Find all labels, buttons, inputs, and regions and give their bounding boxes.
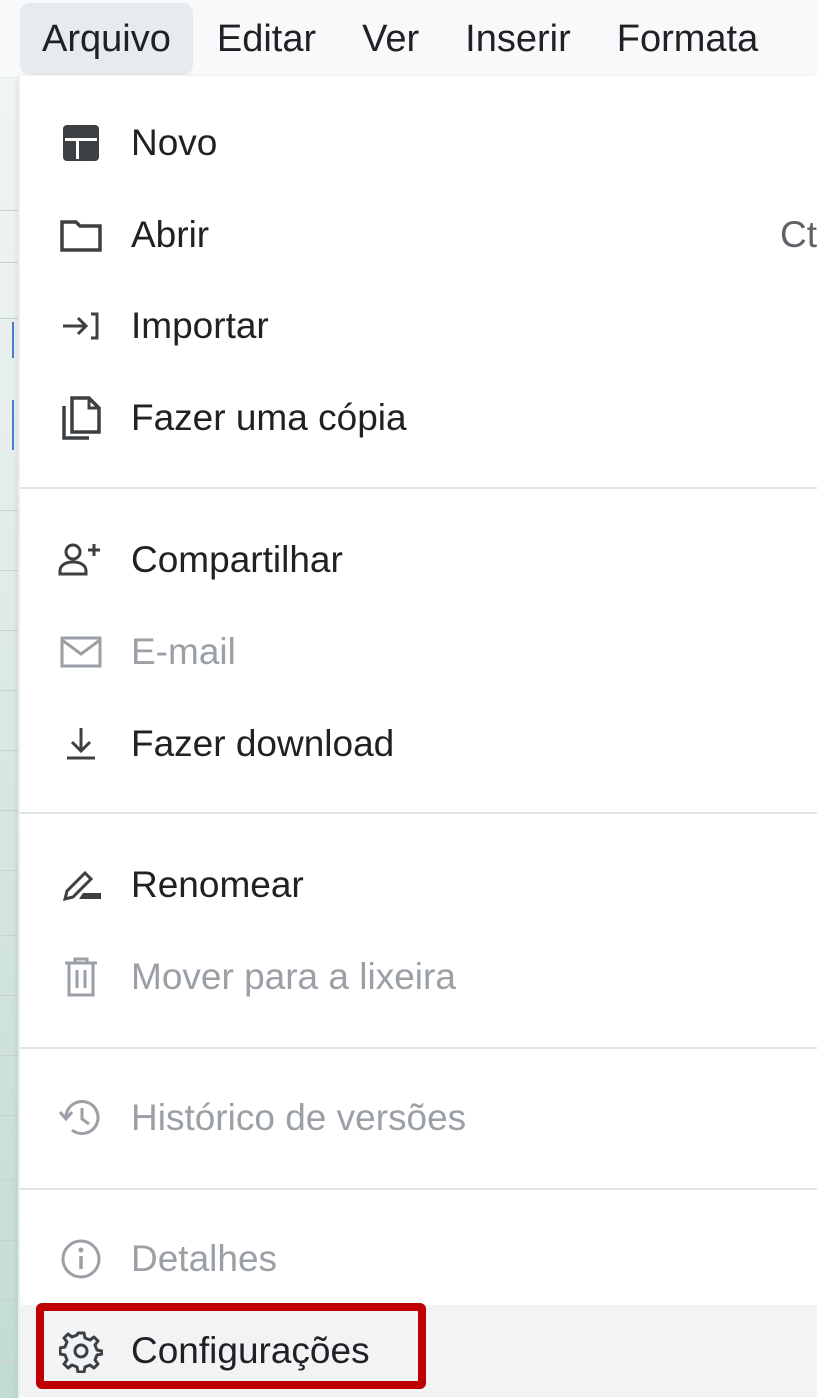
menu-item-label: Mover para a lixeira (131, 956, 456, 997)
menu-item-label: Abrir (131, 214, 210, 255)
menu-item-abrir[interactable]: Abrir Ct (20, 189, 817, 281)
folder-icon (56, 210, 106, 260)
menu-inserir[interactable]: Inserir (443, 3, 593, 75)
mail-icon (56, 627, 106, 677)
menu-item-historico-versoes[interactable]: Histórico de versões (20, 1072, 817, 1164)
menu-item-label: Configurações (131, 1330, 370, 1371)
menu-item-configuracoes[interactable]: Configurações (20, 1305, 817, 1397)
menu-item-label: Detalhes (131, 1238, 278, 1279)
menu-item-label: Renomear (131, 864, 304, 905)
menu-item-fazer-download[interactable]: Fazer download (20, 698, 817, 790)
copy-icon (56, 393, 106, 443)
share-person-add-icon (56, 535, 106, 585)
menu-item-renomear[interactable]: Renomear (20, 839, 817, 931)
menu-divider (20, 1188, 817, 1190)
import-icon (56, 301, 106, 351)
menu-editar[interactable]: Editar (195, 3, 338, 75)
app-window: Arquivo Editar Ver Inserir Formata Novo (0, 0, 817, 1398)
spreadsheet-background-edge (0, 0, 18, 1398)
menu-item-label: Fazer uma cópia (131, 397, 407, 438)
gear-icon (56, 1326, 106, 1376)
menu-item-compartilhar[interactable]: Compartilhar (20, 514, 817, 606)
menu-item-label: Histórico de versões (131, 1097, 467, 1138)
menu-item-label: E-mail (131, 631, 236, 672)
menu-item-label: Importar (131, 305, 269, 346)
menu-ver[interactable]: Ver (340, 3, 441, 75)
history-icon (56, 1093, 106, 1143)
menu-item-mover-lixeira[interactable]: Mover para a lixeira (20, 931, 817, 1023)
rename-pen-icon (56, 860, 106, 910)
new-doc-icon (56, 118, 106, 168)
download-icon (56, 719, 106, 769)
menu-item-detalhes[interactable]: Detalhes (20, 1213, 817, 1305)
menu-item-fazer-copia[interactable]: Fazer uma cópia (20, 372, 817, 464)
menu-item-email[interactable]: E-mail (20, 606, 817, 698)
menu-item-label: Compartilhar (131, 539, 343, 580)
menu-item-label: Fazer download (131, 723, 395, 764)
shortcut-hint: Ct (780, 214, 817, 255)
trash-icon (56, 952, 106, 1002)
menu-bar: Arquivo Editar Ver Inserir Formata (0, 0, 817, 78)
menu-item-importar[interactable]: Importar (20, 280, 817, 372)
menu-item-label: Novo (131, 122, 218, 163)
menu-item-novo[interactable]: Novo (20, 97, 817, 189)
menu-divider (20, 812, 817, 814)
menu-divider (20, 1047, 817, 1049)
info-icon (56, 1234, 106, 1284)
menu-formatar[interactable]: Formata (595, 3, 780, 75)
menu-divider (20, 487, 817, 489)
file-menu-dropdown: Novo Abrir Ct Importar Fazer uma cópia C… (20, 76, 817, 1398)
menu-arquivo[interactable]: Arquivo (20, 2, 193, 75)
